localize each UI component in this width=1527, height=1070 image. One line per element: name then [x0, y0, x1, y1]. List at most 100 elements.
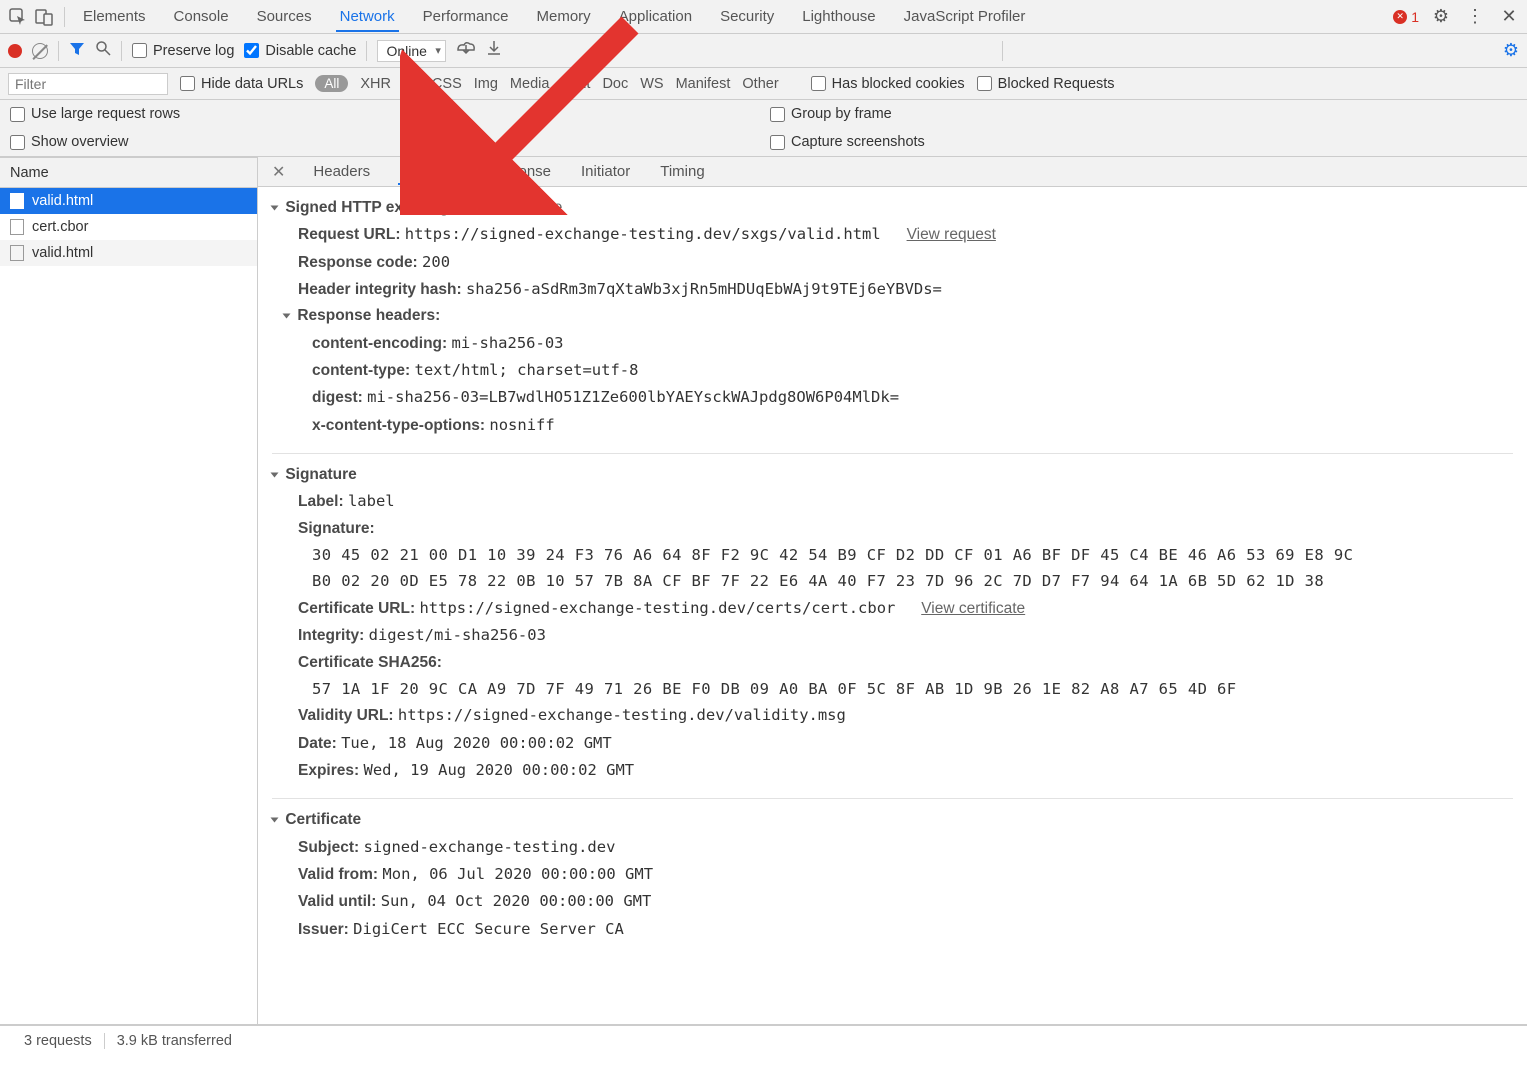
requests-panel: Name valid.html cert.cbor valid.html [0, 157, 258, 1024]
tab-lighthouse[interactable]: Lighthouse [798, 2, 879, 32]
network-settings-icon[interactable]: ⚙ [1503, 40, 1519, 61]
tab-performance[interactable]: Performance [419, 2, 513, 32]
tab-sources[interactable]: Sources [253, 2, 316, 32]
cert-subject-k: Subject: [298, 839, 359, 856]
tab-application[interactable]: Application [615, 2, 696, 32]
device-toolbar-icon[interactable] [32, 5, 56, 29]
use-large-rows-input[interactable] [10, 107, 25, 122]
separator [121, 41, 122, 61]
filter-toggle-icon[interactable] [69, 41, 85, 60]
hide-data-urls-checkbox[interactable]: Hide data URLs [180, 76, 303, 92]
error-count-badge[interactable]: 1 [1393, 9, 1419, 25]
view-request-link[interactable]: View request [907, 226, 996, 243]
search-icon[interactable] [95, 40, 111, 61]
cert-validuntil-k: Valid until: [298, 893, 376, 910]
sig-certurl-k: Certificate URL: [298, 600, 415, 617]
filter-input[interactable] [8, 73, 168, 95]
learn-more-link[interactable]: Learn more [483, 199, 562, 216]
cert-issuer-k: Issuer: [298, 921, 349, 938]
view-certificate-link[interactable]: View certificate [921, 600, 1025, 617]
hdr-content-type-v: text/html; charset=utf-8 [414, 361, 638, 379]
filter-type-manifest[interactable]: Manifest [676, 76, 731, 92]
show-overview-input[interactable] [10, 135, 25, 150]
response-code-label: Response code: [298, 254, 418, 271]
request-list: valid.html cert.cbor valid.html [0, 188, 257, 1024]
detail-tabs: ✕ Headers Preview Response Initiator Tim… [258, 157, 1527, 187]
filter-type-img[interactable]: Img [474, 76, 498, 92]
sig-date-v: Tue, 18 Aug 2020 00:00:02 GMT [341, 734, 612, 752]
response-code-value: 200 [422, 253, 450, 271]
filter-type-other[interactable]: Other [742, 76, 778, 92]
filter-type-doc[interactable]: Doc [602, 76, 628, 92]
disable-cache-checkbox[interactable]: Disable cache [244, 43, 356, 59]
group-by-frame-input[interactable] [770, 107, 785, 122]
section-signature-header[interactable]: Signature [272, 462, 1513, 488]
more-menu-icon[interactable]: ⋮ [1463, 5, 1487, 29]
section-certificate-header[interactable]: Certificate [272, 807, 1513, 833]
filter-bar: Hide data URLs All XHR JS CSS Img Media … [0, 68, 1527, 100]
hdr-xcto-k: x-content-type-options: [312, 417, 485, 434]
tab-security[interactable]: Security [716, 2, 778, 32]
filter-type-xhr[interactable]: XHR [360, 76, 391, 92]
request-url-value: https://signed-exchange-testing.dev/sxgs… [405, 225, 881, 243]
close-detail-icon[interactable]: ✕ [272, 162, 285, 182]
blocked-requests-input[interactable] [977, 76, 992, 91]
preserve-log-checkbox[interactable]: Preserve log [132, 43, 234, 59]
preserve-log-label: Preserve log [153, 43, 234, 59]
tab-elements[interactable]: Elements [79, 2, 150, 32]
filter-type-js[interactable]: JS [403, 76, 420, 92]
disclosure-triangle-icon [271, 818, 279, 823]
status-requests: 3 requests [12, 1033, 104, 1049]
hide-data-urls-input[interactable] [180, 76, 195, 91]
hdr-content-type-k: content-type: [312, 362, 410, 379]
filter-type-font[interactable]: Font [561, 76, 590, 92]
capture-screenshots-checkbox[interactable]: Capture screenshots [770, 134, 925, 150]
use-large-rows-checkbox[interactable]: Use large request rows [10, 106, 180, 122]
offline-toggle-icon[interactable] [456, 40, 476, 61]
request-row[interactable]: valid.html [0, 240, 257, 266]
tab-jsprofiler[interactable]: JavaScript Profiler [900, 2, 1030, 32]
section-sxg-header[interactable]: Signed HTTP exchange Learn more [272, 195, 1513, 221]
filter-type-all[interactable]: All [315, 75, 348, 92]
detail-tab-timing[interactable]: Timing [658, 159, 706, 184]
clear-button[interactable] [32, 43, 48, 59]
has-blocked-cookies-checkbox[interactable]: Has blocked cookies [811, 76, 965, 92]
detail-tab-headers[interactable]: Headers [311, 159, 372, 184]
group-by-frame-checkbox[interactable]: Group by frame [770, 106, 892, 122]
request-row[interactable]: valid.html [0, 188, 257, 214]
requests-header-name[interactable]: Name [0, 158, 257, 188]
cert-validfrom-k: Valid from: [298, 866, 378, 883]
import-har-icon[interactable] [486, 40, 502, 61]
response-headers-subheader[interactable]: Response headers: [272, 303, 1513, 329]
throttling-select[interactable]: Online [377, 40, 445, 62]
hdr-content-encoding-k: content-encoding: [312, 335, 447, 352]
network-options: Use large request rows Group by frame Sh… [0, 100, 1527, 157]
sig-date-k: Date: [298, 735, 337, 752]
capture-screenshots-input[interactable] [770, 135, 785, 150]
filter-type-ws[interactable]: WS [640, 76, 663, 92]
disable-cache-input[interactable] [244, 43, 259, 58]
tab-network[interactable]: Network [336, 2, 399, 32]
blocked-requests-checkbox[interactable]: Blocked Requests [977, 76, 1115, 92]
tab-console[interactable]: Console [170, 2, 233, 32]
sig-integrity-k: Integrity: [298, 627, 364, 644]
filter-type-css[interactable]: CSS [432, 76, 462, 92]
sig-expires-v: Wed, 19 Aug 2020 00:00:02 GMT [363, 761, 634, 779]
tab-memory[interactable]: Memory [533, 2, 595, 32]
detail-tab-initiator[interactable]: Initiator [579, 159, 632, 184]
detail-body: Signed HTTP exchange Learn more Request … [258, 187, 1527, 1024]
has-blocked-cookies-input[interactable] [811, 76, 826, 91]
show-overview-checkbox[interactable]: Show overview [10, 134, 129, 150]
filter-type-media[interactable]: Media [510, 76, 550, 92]
request-row[interactable]: cert.cbor [0, 214, 257, 240]
record-button[interactable] [8, 44, 22, 58]
sig-signature-k: Signature: [298, 520, 375, 537]
inspect-icon[interactable] [6, 5, 30, 29]
detail-tab-preview[interactable]: Preview [398, 159, 455, 185]
detail-tab-response[interactable]: Response [481, 159, 553, 184]
preserve-log-input[interactable] [132, 43, 147, 58]
settings-gear-icon[interactable]: ⚙ [1429, 5, 1453, 29]
separator [1002, 41, 1003, 61]
close-devtools-icon[interactable]: ✕ [1497, 5, 1521, 29]
header-integrity-label: Header integrity hash: [298, 281, 462, 298]
